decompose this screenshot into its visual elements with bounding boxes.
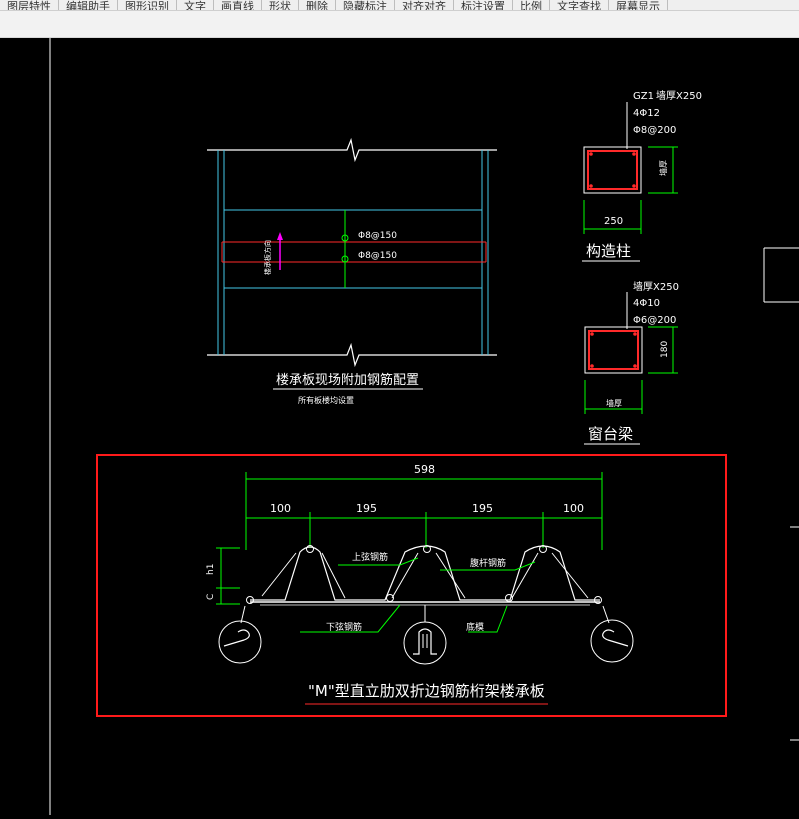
toolbar-item-label: 文字 [184,0,206,10]
ribbon-strip [0,11,799,38]
toolbar-item[interactable]: 标注设置 [454,0,513,10]
beam-stirrup-shape [588,330,639,370]
column-code: GZ1 [633,91,654,102]
toolbar-item[interactable]: 编辑助手 [59,0,118,10]
dim-seg-3: 195 [472,502,493,515]
slab-detail: Φ8@150 Φ8@150 楼承板方向 楼承板现场附加钢筋配置 所有板楼均设置 [207,137,497,405]
beam-dim-side: 180 [660,341,670,358]
rebar-label-top: Φ8@150 [358,231,397,241]
cad-canvas[interactable]: Φ8@150 Φ8@150 楼承板方向 楼承板现场附加钢筋配置 所有板楼均设置 … [0,38,799,815]
toolbar-item-label: 形状 [269,0,291,10]
truss-deck-detail: 598 100 195 195 100 h1 C 上弦钢筋 腹杆钢筋 下弦钢筋 … [96,454,727,717]
detail-callout-left [218,620,262,664]
toolbar-item-label: 删除 [306,0,328,10]
column-size: 墙厚X250 [656,89,702,102]
label-bottom-chord: 下弦钢筋 [326,621,362,633]
toolbar-item-label: 图形识别 [125,0,169,10]
toolbar-item-label: 画直线 [221,0,254,10]
beam-size: 墙厚X250 [633,280,679,293]
rebar-label-bottom: Φ8@150 [358,251,397,261]
toolbar-item[interactable]: 屏幕显示 [609,0,668,10]
toolbar-item[interactable]: 删除 [299,0,336,10]
drawing-svg: Φ8@150 Φ8@150 楼承板方向 楼承板现场附加钢筋配置 所有板楼均设置 … [49,38,799,815]
direction-arrowhead [277,232,283,240]
toolbar-item[interactable]: 隐藏标注 [336,0,395,10]
break-line-top [207,137,497,163]
toolbar-item-label: 图层特性 [7,0,51,10]
column-detail: GZ1 墙厚X250 4Φ12 Φ8@200 墙厚 250 构造柱 [582,89,702,262]
detail-callout-center [403,621,447,665]
truss-profile [250,545,600,601]
toolbar-item[interactable]: 画直线 [214,0,262,10]
column-title: 构造柱 [586,242,631,260]
toolbar-item-label: 标注设置 [461,0,505,10]
beam-dim-width: 墙厚 [606,398,622,408]
toolbar-item[interactable]: 形状 [262,0,299,10]
toolbar-item[interactable]: 图形识别 [118,0,177,10]
truss-deck-title: "M"型直立肋双折边钢筋桁架楼承板 [308,682,545,700]
slab-detail-title: 楼承板现场附加钢筋配置 [276,372,419,388]
label-base-plate: 底模 [466,621,484,633]
toolbar-item[interactable]: 比例 [513,0,550,10]
column-main-rebar: 4Φ12 [633,108,660,119]
column-dim-width: 250 [604,216,623,227]
dim-seg-2: 195 [356,502,377,515]
slab-detail-subtitle: 所有板楼均设置 [298,395,354,405]
toolbar-item-label: 比例 [520,0,542,10]
beam-main-rebar: 4Φ10 [633,298,660,309]
dim-seg-4: 100 [563,502,584,515]
toolbar-item-label: 隐藏标注 [343,0,387,10]
beam-detail: 墙厚X250 4Φ10 Φ6@200 180 墙厚 窗台梁 [584,280,679,445]
dim-h1: h1 [206,564,216,575]
toolbar-item-label: 文字查找 [557,0,601,10]
beam-title: 窗台梁 [588,425,633,443]
toolbar-item[interactable]: 对齐对齐 [395,0,454,10]
dim-c: C [206,594,216,600]
dim-total: 598 [414,463,435,476]
beam-stirrup: Φ6@200 [633,315,676,326]
top-toolbar: 图层特性 编辑助手 图形识别 文字 画直线 形状 删除 隐藏标注 对齐对齐 标注设置 比例 文字查找 屏… [0,0,799,11]
toolbar-item-label: 对齐对齐 [402,0,446,10]
toolbar-item[interactable]: 文字查找 [550,0,609,10]
label-top-chord: 上弦钢筋 [352,551,388,563]
dim-seg-1: 100 [270,502,291,515]
column-dim-side: 墙厚 [658,160,668,176]
selection-highlight-frame [96,454,727,717]
column-stirrup: Φ8@200 [633,125,676,136]
toolbar-item[interactable]: 文字 [177,0,214,10]
column-stirrup-shape [587,150,638,190]
toolbar-item[interactable]: 图层特性 [0,0,59,10]
break-line-bottom [207,342,497,368]
label-web-bar: 腹杆钢筋 [470,557,506,569]
toolbar-item-label: 屏幕显示 [616,0,660,10]
toolbar-item-label: 编辑助手 [66,0,110,10]
direction-note: 楼承板方向 [263,240,272,275]
